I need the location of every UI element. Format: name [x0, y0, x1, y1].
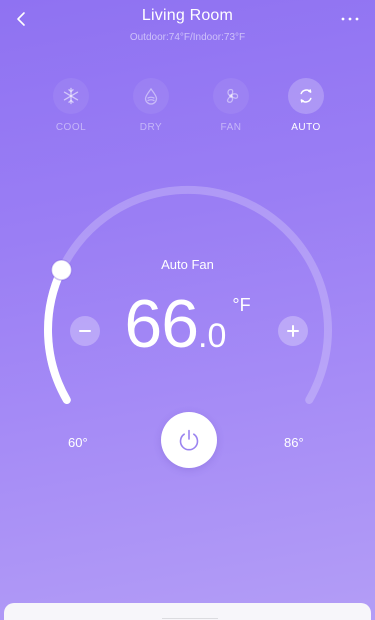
minus-icon: [79, 330, 91, 332]
bottom-sheet[interactable]: [4, 603, 371, 620]
fan-mode-label: Auto Fan: [161, 257, 214, 272]
temperature-decimal: .0: [198, 317, 227, 355]
temperature-display: 66.0°F: [0, 290, 375, 358]
decrease-temp-button[interactable]: [70, 316, 100, 346]
min-temp-label: 60°: [68, 435, 88, 450]
sheet-grip-handle[interactable]: [162, 618, 218, 619]
max-temp-label: 86°: [284, 435, 304, 450]
thermostat-screen: Living Room Outdoor:74°F/Indoor:73°F COO…: [0, 0, 375, 620]
increase-temp-button[interactable]: [278, 316, 308, 346]
temperature-unit: °F: [232, 295, 251, 315]
power-button[interactable]: [161, 412, 217, 468]
power-icon: [179, 429, 199, 451]
plus-icon: [287, 325, 299, 337]
temperature-whole: 66: [124, 286, 199, 362]
